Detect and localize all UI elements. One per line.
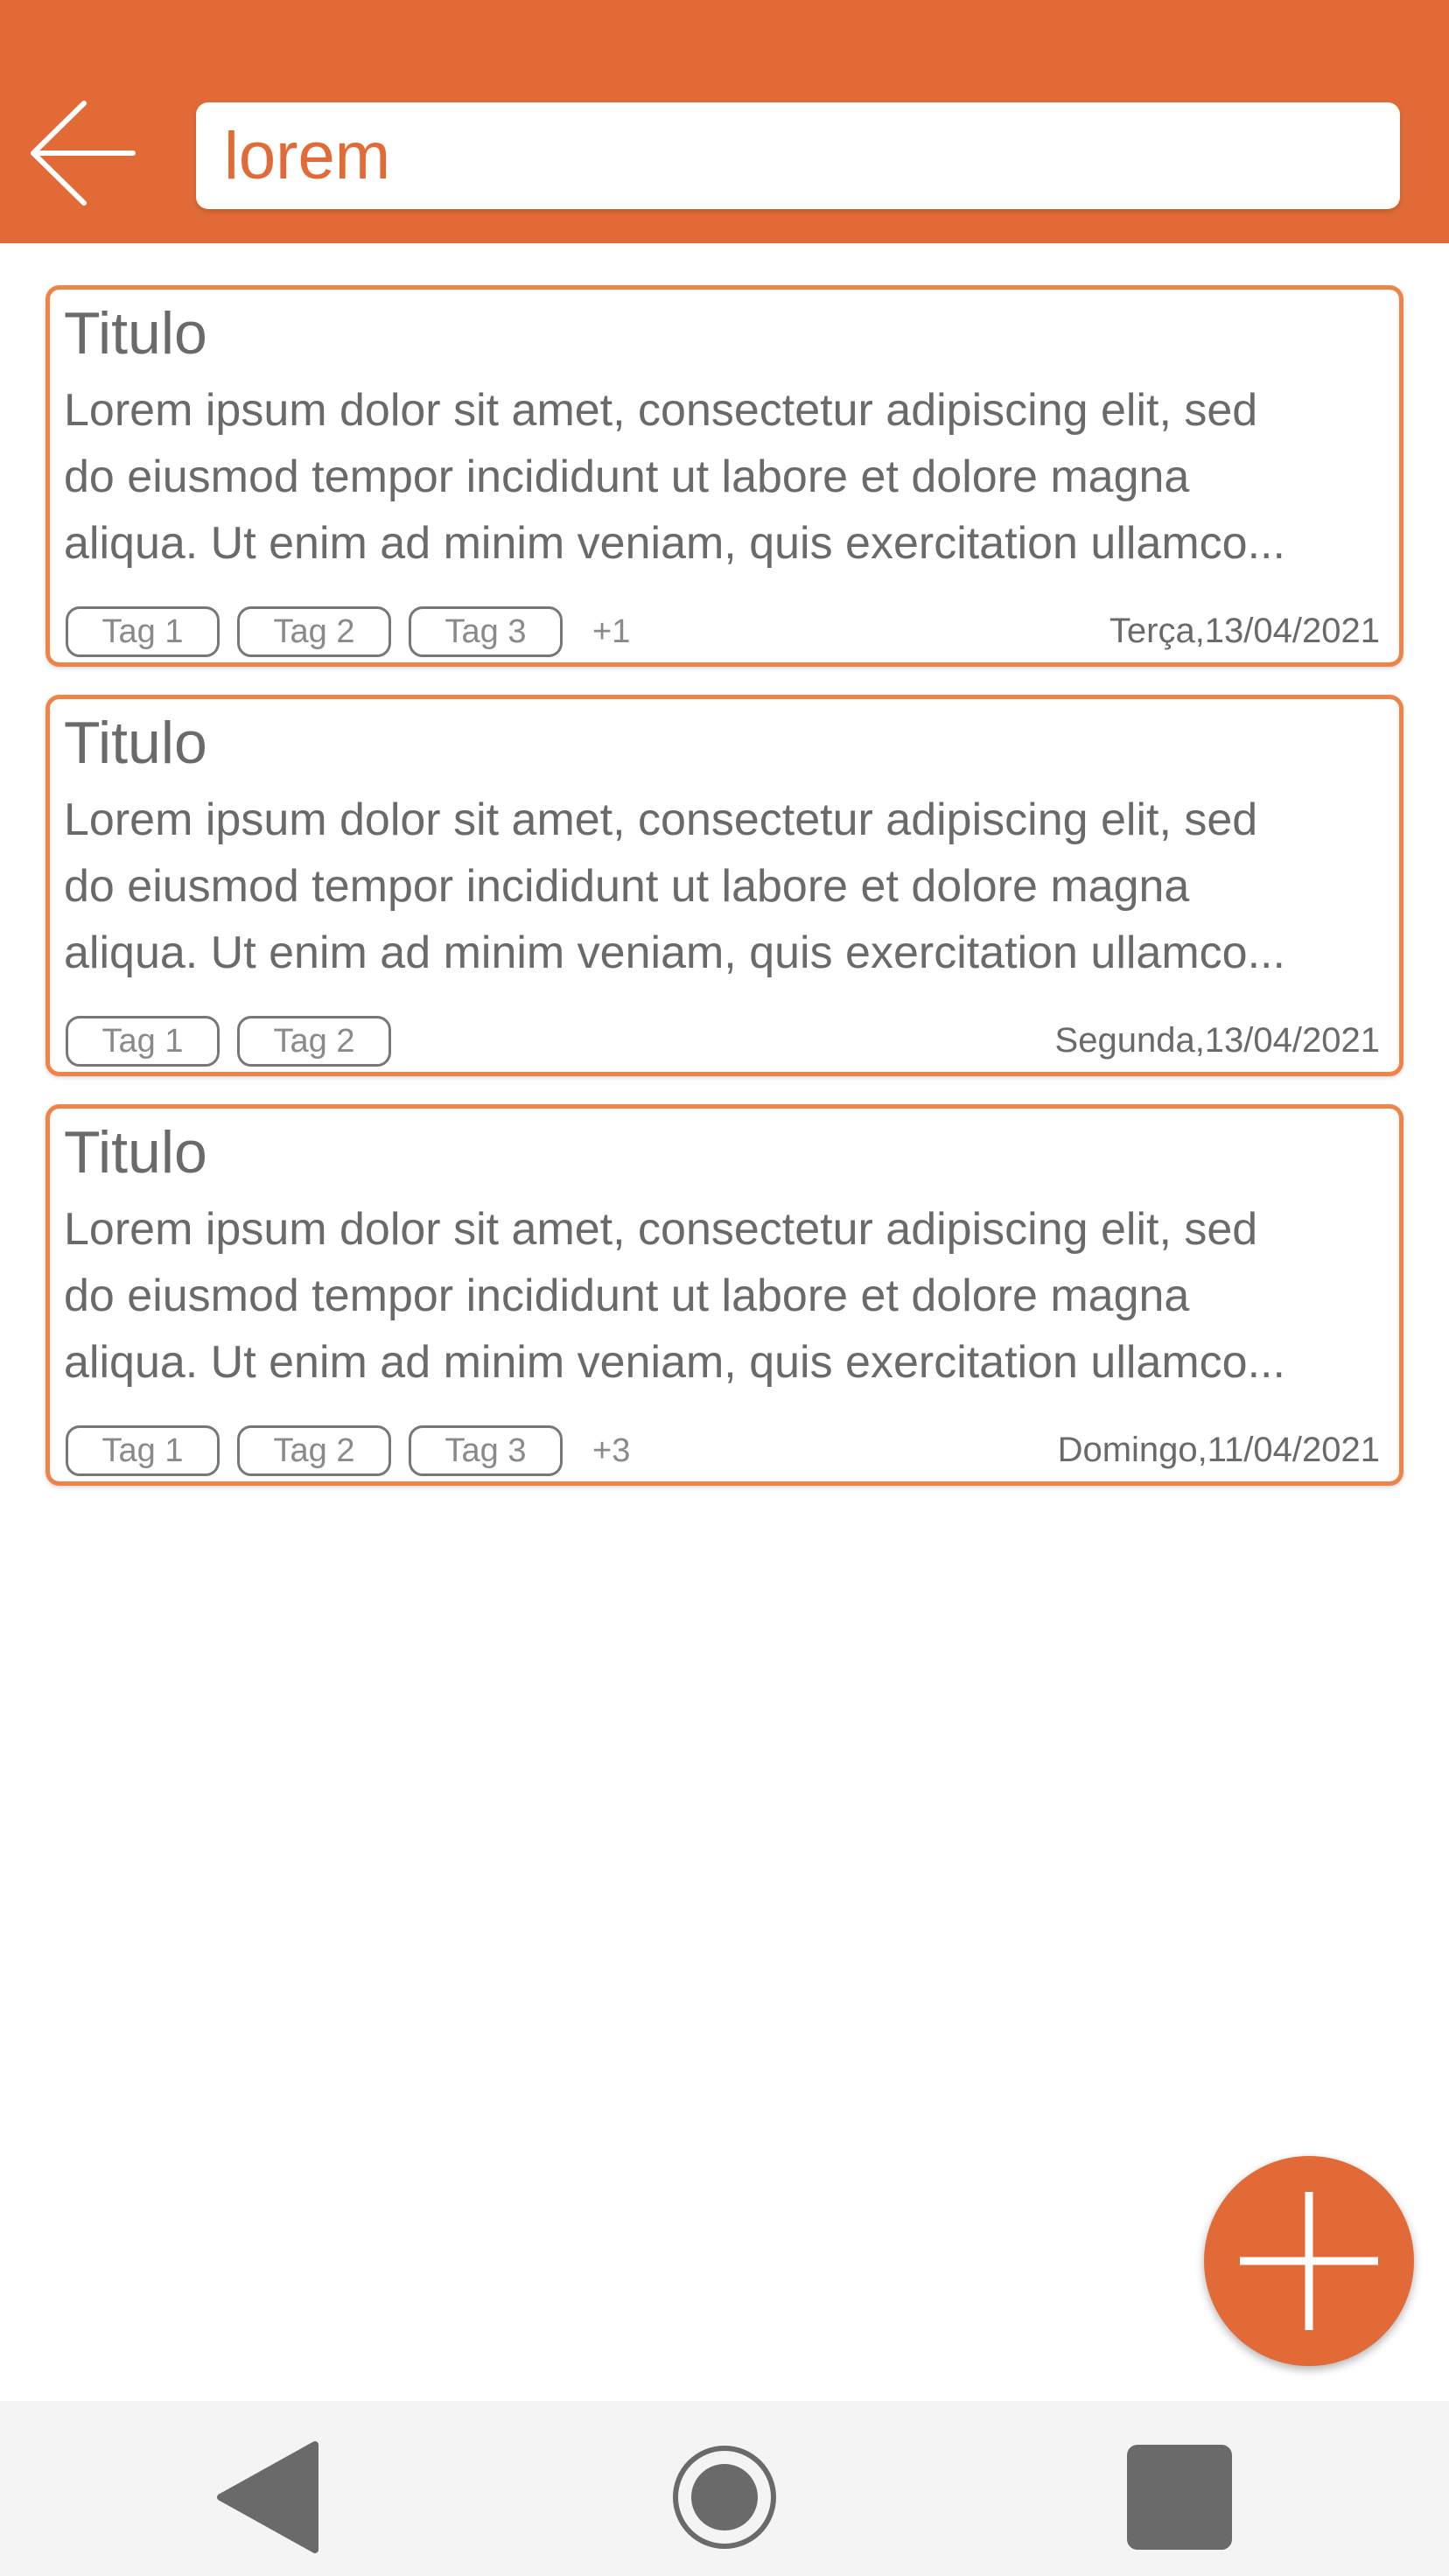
note-body-line: aliqua. Ut enim ad minim veniam, quis ex…	[64, 518, 1285, 569]
system-nav-bar	[0, 2401, 1449, 2576]
note-card[interactable]: Titulo Lorem ipsum dolor sit amet, consec…	[46, 285, 1404, 667]
note-tags: Tag 1 Tag 2 Tag 3 +1	[66, 606, 630, 657]
note-body-line: aliqua. Ut enim ad minim veniam, quis ex…	[64, 1337, 1285, 1388]
note-body-line: Lorem ipsum dolor sit amet, consectetur …	[64, 385, 1258, 436]
tag-chip[interactable]: Tag 2	[237, 606, 391, 657]
arrow-left-icon	[31, 101, 136, 206]
note-title: Titulo	[64, 300, 207, 367]
tag-chip[interactable]: Tag 1	[66, 1425, 220, 1476]
note-body: Lorem ipsum dolor sit amet, consectetur …	[64, 1196, 1376, 1396]
search-input[interactable]	[224, 117, 1400, 194]
nav-recents-square-icon	[1127, 2445, 1232, 2550]
note-body-line: do eiusmod tempor incididunt ut labore e…	[64, 1270, 1190, 1321]
tag-chip[interactable]: Tag 2	[237, 1425, 391, 1476]
tag-chip[interactable]: Tag 2	[237, 1016, 391, 1067]
note-date: Terça,13/04/2021	[1109, 612, 1380, 650]
back-button[interactable]	[24, 96, 142, 210]
note-body-line: Lorem ipsum dolor sit amet, consectetur …	[64, 1204, 1258, 1255]
nav-home-button[interactable]	[663, 2436, 786, 2558]
note-body-line: do eiusmod tempor incididunt ut labore e…	[64, 861, 1190, 912]
note-tags: Tag 1 Tag 2 Tag 3 +3	[66, 1425, 630, 1476]
note-body-line: Lorem ipsum dolor sit amet, consectetur …	[64, 794, 1258, 845]
note-title: Titulo	[64, 1119, 207, 1186]
nav-back-button[interactable]	[210, 2436, 332, 2558]
note-tags: Tag 1 Tag 2	[66, 1016, 409, 1067]
search-box[interactable]	[196, 102, 1400, 209]
add-note-button[interactable]	[1204, 2156, 1414, 2366]
note-body-line: do eiusmod tempor incididunt ut labore e…	[64, 452, 1190, 502]
note-body-line: aliqua. Ut enim ad minim veniam, quis ex…	[64, 928, 1285, 978]
note-body: Lorem ipsum dolor sit amet, consectetur …	[64, 377, 1376, 577]
note-title: Titulo	[64, 710, 207, 776]
more-tags-count: +3	[592, 1432, 631, 1469]
tag-chip[interactable]: Tag 1	[66, 606, 220, 657]
more-tags-count: +1	[592, 612, 631, 650]
nav-back-triangle-icon	[217, 2441, 318, 2553]
note-card[interactable]: Titulo Lorem ipsum dolor sit amet, consec…	[46, 695, 1404, 1076]
plus-icon	[1240, 2192, 1378, 2330]
tag-chip[interactable]: Tag 3	[409, 606, 563, 657]
note-date: Domingo,11/04/2021	[1057, 1431, 1380, 1469]
nav-home-circle-icon	[673, 2446, 776, 2549]
note-date: Segunda,13/04/2021	[1054, 1021, 1380, 1060]
note-body: Lorem ipsum dolor sit amet, consectetur …	[64, 787, 1376, 986]
app-bar	[0, 0, 1449, 243]
nav-recents-button[interactable]	[1118, 2436, 1241, 2558]
note-card[interactable]: Titulo Lorem ipsum dolor sit amet, consec…	[46, 1104, 1404, 1486]
tag-chip[interactable]: Tag 3	[409, 1425, 563, 1476]
tag-chip[interactable]: Tag 1	[66, 1016, 220, 1067]
